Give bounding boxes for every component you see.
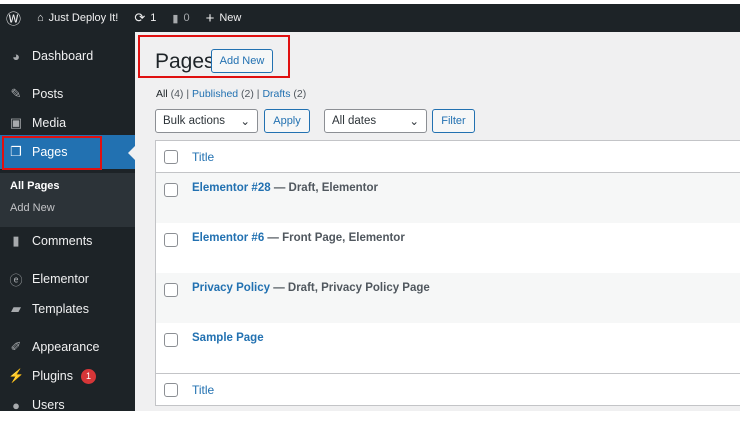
pages-table: Title Elementor #28 — Draft, Elementor E… [155,140,740,406]
row-checkbox[interactable] [164,283,178,297]
sidebar-item-elementor[interactable]: ⓔ Elementor [0,262,135,296]
table-header: Title [156,141,740,173]
page-title-link[interactable]: Elementor #6 [192,232,264,244]
row-checkbox[interactable] [164,333,178,347]
filter-all[interactable]: All [156,88,168,100]
pin-icon: ✎ [10,86,22,101]
page-title-link[interactable]: Sample Page [192,332,264,344]
site-name-link[interactable]: ⌂ Just Deploy It! [29,4,126,32]
dashboard-icon: ◕ [12,48,20,64]
column-title[interactable]: Title [192,150,214,164]
submenu-add-new[interactable]: Add New [0,197,135,219]
admin-sidebar: ◕ Dashboard ✎ Posts ▣ Media ❐ Pages ▮ Comment… [0,32,135,413]
admin-bar: Ⓦ ⌂ Just Deploy It! ⟳ 1 ▮ 0 + New [0,4,740,32]
table-row: Elementor #6 — Front Page, Elementor [156,223,740,273]
highlight-add-new [138,35,290,78]
status-filters: All (4) | Published (2) | Drafts (2) [156,88,307,100]
comment-icon: ▮ [12,233,20,248]
folder-icon: ▰ [11,301,21,316]
chevron-down-icon: ⌄ [409,116,419,128]
filter-button[interactable]: Filter [432,109,475,133]
new-content-link[interactable]: + New [198,4,250,32]
plus-icon: + [205,9,215,27]
pages-submenu: All Pages Add New [0,173,135,227]
column-title[interactable]: Title [192,383,214,397]
table-row: Sample Page [156,323,740,373]
wordpress-logo[interactable]: Ⓦ [0,4,29,32]
bulk-actions-select[interactable]: Bulk actions ⌄ [155,109,258,133]
elementor-icon: ⓔ [9,272,23,288]
comments-link[interactable]: ▮ 0 [164,4,197,32]
page-title-link[interactable]: Elementor #28 [192,182,271,194]
dates-select[interactable]: All dates ⌄ [324,109,427,133]
comment-icon: ▮ [172,12,179,25]
table-row: Privacy Policy — Draft, Privacy Policy P… [156,273,740,323]
sidebar-item-comments[interactable]: ▮ Comments [0,224,135,258]
select-all-checkbox[interactable] [164,382,178,397]
home-icon: ⌂ [37,12,44,24]
row-checkbox[interactable] [164,183,178,197]
plugins-update-badge: 1 [81,368,96,384]
sidebar-item-templates[interactable]: ▰ Templates [0,292,135,326]
select-all-checkbox[interactable] [164,149,178,164]
media-icon: ▣ [9,115,23,130]
highlight-pages-menu [2,136,102,170]
sidebar-item-users[interactable]: ● Users [0,388,135,422]
page-title-link[interactable]: Privacy Policy [192,282,270,294]
table-footer: Title [156,373,740,405]
user-icon: ● [12,397,20,413]
submenu-all-pages[interactable]: All Pages [0,175,135,197]
filter-drafts[interactable]: Drafts (2) [262,88,306,100]
sidebar-item-dashboard[interactable]: ◕ Dashboard [0,39,135,73]
plug-icon: ⚡ [8,368,25,383]
row-checkbox[interactable] [164,233,178,247]
updates-link[interactable]: ⟳ 1 [126,4,164,32]
filter-published[interactable]: Published (2) [192,88,254,100]
chevron-down-icon: ⌄ [240,116,250,128]
brush-icon: ✐ [10,339,22,354]
refresh-icon: ⟳ [134,10,146,25]
apply-button[interactable]: Apply [264,109,310,133]
table-row: Elementor #28 — Draft, Elementor [156,173,740,223]
main-content: Pages Add New All (4) | Published (2) | … [135,32,740,411]
